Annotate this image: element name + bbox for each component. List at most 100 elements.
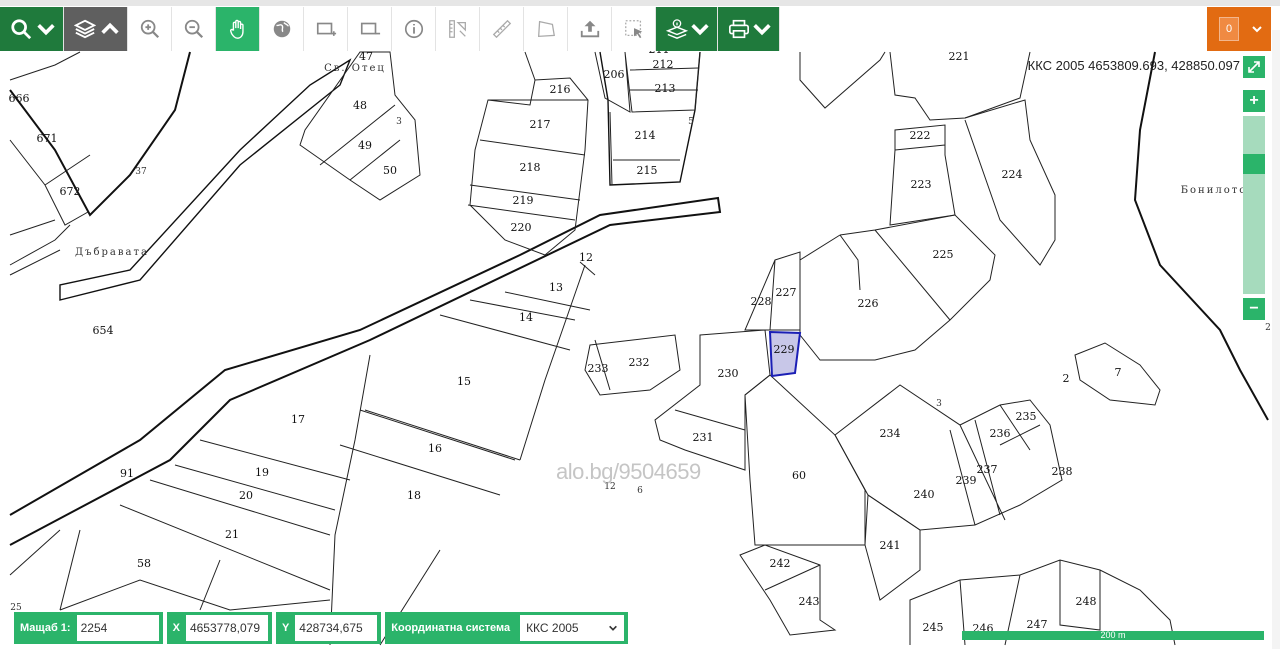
plot-label-231: 231 xyxy=(693,431,714,444)
bottom-bar: Мащаб 1: X Y Координатна система ККС 200… xyxy=(14,612,629,644)
x-coordinate-input[interactable] xyxy=(185,615,268,641)
plot-label-91: 91 xyxy=(120,467,134,480)
info-button[interactable] xyxy=(392,7,436,51)
expand-icon xyxy=(1248,61,1260,73)
plot-label-220: 220 xyxy=(511,221,532,234)
plot-label-240: 240 xyxy=(914,488,935,501)
plot-label-224: 224 xyxy=(1002,168,1023,181)
chevron-down-icon xyxy=(691,24,709,36)
zoom-box-in-button[interactable] xyxy=(304,7,348,51)
upload-icon xyxy=(580,20,599,38)
chevron-down-icon xyxy=(37,24,55,36)
measure-area-icon xyxy=(448,20,466,38)
map-number-label: 5 xyxy=(688,117,694,127)
zoom-slider-thumb[interactable] xyxy=(1243,154,1265,174)
info-layers-button[interactable] xyxy=(656,7,718,51)
y-coordinate-group: Y xyxy=(275,612,382,644)
layers-icon xyxy=(74,19,96,39)
zoom-in-button[interactable] xyxy=(128,7,172,51)
chevron-down-icon xyxy=(1252,26,1262,33)
plot-label-17: 17 xyxy=(291,413,305,426)
zoom-plus-button[interactable]: + xyxy=(1243,90,1265,112)
selection-counter-button[interactable]: 0 xyxy=(1207,7,1271,51)
selection-count-badge: 0 xyxy=(1219,17,1239,41)
print-button[interactable] xyxy=(718,7,780,51)
crs-label: Координатна система xyxy=(391,622,511,634)
plot-label-237: 237 xyxy=(977,463,998,476)
plot-label-243: 243 xyxy=(799,595,820,608)
search-icon xyxy=(11,19,32,40)
plot-label-219: 219 xyxy=(513,194,534,207)
draw-polygon-button[interactable] xyxy=(524,7,568,51)
layers-button[interactable] xyxy=(64,7,128,51)
plot-label-236: 236 xyxy=(990,427,1011,440)
coordinate-readout: ККС 2005 4653809.693, 428850.097 xyxy=(1027,58,1240,73)
measure-area-button[interactable] xyxy=(436,7,480,51)
plot-label-672: 672 xyxy=(60,185,81,198)
plot-label-239: 239 xyxy=(956,474,977,487)
cadastral-map[interactable]: 666 671 672 47 48 49 50 654 216 217 218 219 220 206 21… xyxy=(0,0,1280,649)
plot-label-18: 18 xyxy=(407,489,421,502)
plot-label-229: 229 xyxy=(774,343,795,356)
plot-label-230: 230 xyxy=(718,367,739,380)
plot-label-226: 226 xyxy=(858,297,879,310)
globe-icon xyxy=(273,20,290,38)
crs-group: Координатна система ККС 2005 xyxy=(385,612,629,644)
zoom-control: + − xyxy=(1243,56,1265,320)
plot-label-234: 234 xyxy=(880,427,901,440)
plot-label-14: 14 xyxy=(519,311,533,324)
pan-button[interactable] xyxy=(216,7,260,51)
globe-button[interactable] xyxy=(260,7,304,51)
zoom-box-out-button[interactable] xyxy=(348,7,392,51)
plot-label-217: 217 xyxy=(530,118,551,131)
page-scrollbar[interactable] xyxy=(1272,30,1280,649)
plot-label-248: 248 xyxy=(1076,595,1097,608)
zoom-out-button[interactable] xyxy=(172,7,216,51)
place-name-label: Св. Отец xyxy=(324,63,386,74)
plot-label-12: 12 xyxy=(579,251,593,264)
map-number-label: 3 xyxy=(396,117,402,127)
chevron-down-icon xyxy=(609,625,617,631)
plot-label-60: 60 xyxy=(792,469,806,482)
map-number-label: 2 xyxy=(1265,323,1271,333)
fullscreen-button[interactable] xyxy=(1243,56,1265,78)
zoom-minus-button[interactable]: − xyxy=(1243,298,1265,320)
toolbar xyxy=(0,7,780,51)
print-icon xyxy=(729,19,749,39)
plot-label-214: 214 xyxy=(635,129,656,142)
x-coordinate-group: X xyxy=(166,612,272,644)
plot-label-241: 241 xyxy=(880,539,901,552)
upload-button[interactable] xyxy=(568,7,612,51)
plot-label-247: 247 xyxy=(1027,618,1048,631)
plot-label-654: 654 xyxy=(93,324,114,337)
plot-label-49: 49 xyxy=(358,139,372,152)
select-button[interactable] xyxy=(612,7,656,51)
search-button[interactable] xyxy=(0,7,64,51)
polygon-icon xyxy=(537,20,555,38)
y-coordinate-input[interactable] xyxy=(295,615,378,641)
plot-label-222: 222 xyxy=(910,129,931,142)
scale-group: Мащаб 1: xyxy=(14,612,163,644)
map-number-label: 6 xyxy=(637,486,643,496)
map-number-label: 3 xyxy=(936,399,942,409)
zoom-slider[interactable] xyxy=(1243,116,1265,294)
plot-label-235: 235 xyxy=(1016,410,1037,423)
plot-label-2: 2 xyxy=(1063,372,1070,385)
map-number-label: 37 xyxy=(135,167,147,177)
plot-label-215: 215 xyxy=(637,164,658,177)
measure-distance-button[interactable] xyxy=(480,7,524,51)
hand-icon xyxy=(229,19,244,39)
plot-label-206: 206 xyxy=(604,68,625,81)
plot-label-7: 7 xyxy=(1115,366,1122,379)
plot-label-47: 47 xyxy=(359,50,373,63)
crs-select[interactable]: ККС 2005 xyxy=(520,615,625,641)
plot-label-50: 50 xyxy=(383,164,397,177)
y-label: Y xyxy=(281,622,290,634)
plot-label-666: 666 xyxy=(9,92,30,105)
scale-label: Мащаб 1: xyxy=(20,622,71,634)
plot-label-19: 19 xyxy=(255,466,269,479)
scale-input[interactable] xyxy=(76,615,159,641)
plot-label-245: 245 xyxy=(923,621,944,634)
plot-label-218: 218 xyxy=(520,161,541,174)
plot-label-48: 48 xyxy=(353,99,367,112)
